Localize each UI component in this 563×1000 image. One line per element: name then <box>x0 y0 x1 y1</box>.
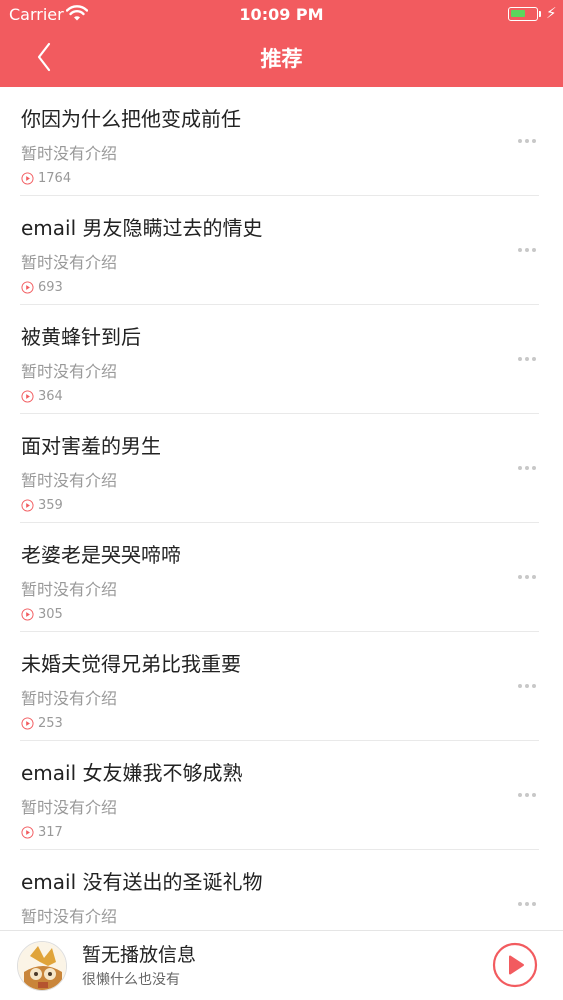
list-item[interactable]: 你因为什么把他变成前任暂时没有介绍 1764 <box>20 87 539 196</box>
play-count-value: 305 <box>38 607 63 622</box>
status-bar: Carrier 10:09 PM ⚡︎ <box>0 0 563 30</box>
play-count: 317 <box>21 825 63 840</box>
item-title[interactable]: 老婆老是哭哭啼啼 <box>21 539 181 568</box>
play-count: 305 <box>21 607 63 622</box>
charging-icon: ⚡︎ <box>546 4 557 22</box>
more-dots-icon <box>518 793 536 797</box>
cover-art-icon <box>18 942 66 990</box>
battery-tip <box>539 11 541 17</box>
mini-player[interactable]: 暂无播放信息 很懒什么也没有 <box>0 930 563 1000</box>
more-options-button[interactable] <box>515 238 539 262</box>
play-count-icon <box>21 281 34 294</box>
more-dots-icon <box>518 684 536 688</box>
play-count-value: 693 <box>38 280 63 295</box>
item-description: 暂时没有介绍 <box>21 798 118 817</box>
item-title[interactable]: 面对害羞的男生 <box>21 430 161 459</box>
play-button-icon[interactable] <box>492 942 538 988</box>
play-count-value: 359 <box>38 498 63 513</box>
more-options-button[interactable] <box>515 565 539 589</box>
item-description: 暂时没有介绍 <box>21 253 118 272</box>
nav-bar: Carrier 10:09 PM ⚡︎ 推荐 <box>0 0 563 87</box>
more-dots-icon <box>518 139 536 143</box>
battery-level <box>511 10 526 17</box>
more-dots-icon <box>518 575 536 579</box>
play-count: 364 <box>21 389 63 404</box>
list-item[interactable]: 未婚夫觉得兄弟比我重要暂时没有介绍 253 <box>20 632 539 741</box>
more-dots-icon <box>518 357 536 361</box>
play-count-value: 253 <box>38 716 63 731</box>
more-dots-icon <box>518 248 536 252</box>
item-title[interactable]: 你因为什么把他变成前任 <box>21 103 241 132</box>
recommend-list[interactable]: 你因为什么把他变成前任 暂时没有介绍 1764 email 男友隐瞒过去的情史 暂时没有… <box>0 87 563 930</box>
item-title[interactable]: email 没有送出的圣诞礼物 <box>21 866 263 895</box>
play-count-icon <box>21 172 34 185</box>
more-options-button[interactable] <box>515 674 539 698</box>
item-title[interactable]: 未婚夫觉得兄弟比我重要 <box>21 648 241 677</box>
list-item[interactable]: 面对害羞的男生暂时没有介绍 359 <box>20 414 539 523</box>
item-title[interactable]: email 女友嫌我不够成熟 <box>21 757 243 786</box>
item-title[interactable]: 被黄蜂针到后 <box>21 321 141 350</box>
list-item[interactable]: email 女友嫌我不够成熟暂时没有介绍 317 <box>20 741 539 850</box>
item-description: 暂时没有介绍 <box>21 144 118 163</box>
item-description: 暂时没有介绍 <box>21 580 118 599</box>
play-count-value: 364 <box>38 389 63 404</box>
item-description: 暂时没有介绍 <box>21 907 118 926</box>
more-dots-icon <box>518 466 536 470</box>
play-count: 693 <box>21 280 63 295</box>
play-count: 359 <box>21 498 63 513</box>
more-options-button[interactable] <box>515 347 539 371</box>
play-count: 1764 <box>21 171 71 186</box>
item-title[interactable]: email 男友隐瞒过去的情史 <box>21 212 263 241</box>
play-count-value: 317 <box>38 825 63 840</box>
list-item[interactable]: 老婆老是哭哭啼啼暂时没有介绍 305 <box>20 523 539 632</box>
play-count-icon <box>21 608 34 621</box>
play-count: 253 <box>21 716 63 731</box>
list-item[interactable]: email 没有送出的圣诞礼物暂时没有介绍 <box>20 850 539 930</box>
more-options-button[interactable] <box>515 129 539 153</box>
battery-icon <box>508 7 538 21</box>
now-playing-subtitle: 很懒什么也没有 <box>82 972 180 988</box>
album-cover[interactable] <box>17 941 67 991</box>
play-count-icon <box>21 390 34 403</box>
play-count-icon <box>21 499 34 512</box>
play-count-icon <box>21 826 34 839</box>
item-description: 暂时没有介绍 <box>21 362 118 381</box>
list-item[interactable]: email 男友隐瞒过去的情史暂时没有介绍 693 <box>20 196 539 305</box>
more-options-button[interactable] <box>515 892 539 916</box>
more-dots-icon <box>518 902 536 906</box>
play-count-value: 1764 <box>38 171 72 186</box>
more-options-button[interactable] <box>515 783 539 807</box>
more-options-button[interactable] <box>515 456 539 480</box>
clock: 10:09 PM <box>239 5 324 24</box>
item-description: 暂时没有介绍 <box>21 471 118 490</box>
play-count-icon <box>21 717 34 730</box>
now-playing-title: 暂无播放信息 <box>82 944 197 966</box>
item-description: 暂时没有介绍 <box>21 689 118 708</box>
page-title: 推荐 <box>260 47 303 71</box>
list-item[interactable]: 被黄蜂针到后暂时没有介绍 364 <box>20 305 539 414</box>
